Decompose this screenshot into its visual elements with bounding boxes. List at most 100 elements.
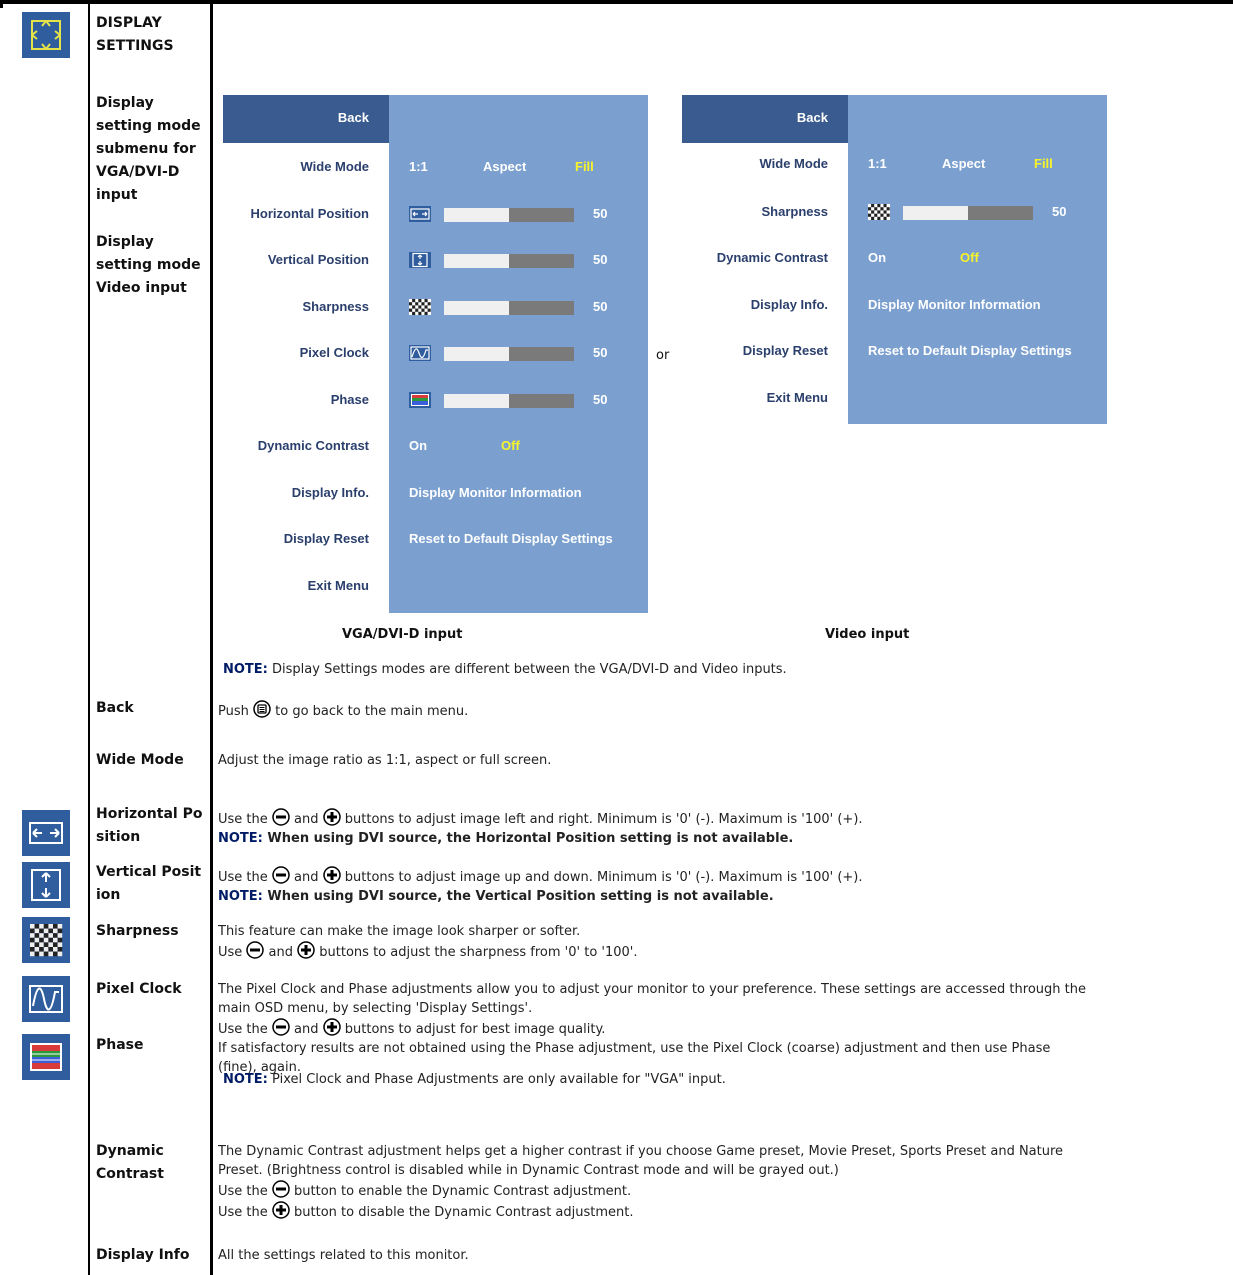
osd-option-on[interactable]: On [868,250,886,265]
osd-row-value: Display Monitor Information [868,297,1041,312]
osd-option-aspect[interactable]: Aspect [942,156,985,171]
osd-row-label: Wide Mode [759,156,829,171]
osd-row-label: Dynamic Contrast [716,250,828,265]
osd-row-sharpness[interactable]: Sharpness 50 [682,202,1107,224]
caption-vga: VGA/DVI-D input [342,627,463,642]
osd-option-fill[interactable]: Fill [1034,156,1053,171]
osd-row-display-info[interactable]: Display Info. Display Monitor Information [223,483,648,505]
osd-row-label: Exit Menu [307,578,369,593]
plus-button-icon [322,808,341,826]
plus-button-icon [322,866,341,884]
osd-row-pixel-clock[interactable]: Pixel Clock 50 [223,343,648,365]
or-text: or [656,348,670,363]
osd-row-horizontal-position[interactable]: Horizontal Position 50 [223,204,648,226]
minus-button-icon [246,941,265,959]
note-pixel-clock: NOTE: Pixel Clock and Phase Adjustments … [223,1072,726,1087]
osd-row-display-reset[interactable]: Display Reset Reset to Default Display Se… [223,529,648,551]
display-settings-icon [22,12,70,58]
osd-slider-fill [444,208,509,222]
osd-slider-value: 50 [593,299,608,314]
osd-slider[interactable] [903,206,1033,220]
desc-back: Push to go back to the main menu. [218,700,1233,721]
desc-display-info: All the settings related to this monitor… [218,1248,469,1263]
osd-slider-fill [444,301,509,315]
minus-button-icon [272,1018,290,1036]
desc-horizontal-position: Use the and buttons to adjust image left… [218,808,1233,848]
plus-button-icon [272,1201,290,1219]
label-sharpness: Sharpness [96,923,179,939]
osd-slider-value: 50 [593,392,608,407]
note-modes: NOTE: Display Settings modes are differe… [223,662,787,677]
osd-option-off[interactable]: Off [501,438,520,453]
osd-row-display-info[interactable]: Display Info. Display Monitor Information [682,295,1107,317]
desc-dynamic-contrast: The Dynamic Contrast adjustment helps ge… [218,1144,1064,1220]
osd-option-aspect[interactable]: Aspect [483,159,526,174]
osd-slider-fill [903,206,968,220]
osd-row-wide-mode[interactable]: Wide Mode 1:1 Aspect Fill [223,157,648,179]
osd-row-label: Phase [330,392,369,407]
osd-row-label: Display Reset [742,343,828,358]
osd-slider-value: 50 [593,206,608,221]
table-top-border [0,0,1233,4]
label-display-info: Display Info [96,1247,190,1263]
osd-row-label: Sharpness [302,299,369,314]
osd-option-fill[interactable]: Fill [575,159,594,174]
osd-row-label: Sharpness [761,204,828,219]
osd-slider[interactable] [444,254,574,268]
section-title: DISPLAY SETTINGS [96,15,174,54]
osd-row-label: Exit Menu [766,390,828,405]
osd-vga-panel: Back Wide Mode 1:1 Aspect Fill Horizontal Po… [223,95,648,613]
phase-icon [22,1034,70,1080]
osd-slider[interactable] [444,394,574,408]
table-divider-right [210,0,213,1275]
label-vga-submenu: Display setting mode submenu for VGA/DVI… [96,95,201,203]
osd-option-1-1[interactable]: 1:1 [409,159,428,174]
osd-row-vertical-position[interactable]: Vertical Position 50 [223,250,648,272]
label-phase: Phase [96,1037,144,1053]
pixel-clock-icon [22,976,70,1022]
sharpness-icon [22,917,70,963]
osd-slider[interactable] [444,347,574,361]
osd-video-back[interactable]: Back [682,95,848,143]
osd-slider[interactable] [444,301,574,315]
osd-row-wide-mode[interactable]: Wide Mode 1:1 Aspect Fill [682,154,1107,176]
label-wide-mode: Wide Mode [96,752,184,768]
pixel-clock-icon [409,345,431,361]
osd-row-label: Dynamic Contrast [257,438,369,453]
osd-slider-value: 50 [593,252,608,267]
osd-option-1-1[interactable]: 1:1 [868,156,887,171]
sharpness-icon [868,204,890,220]
vertical-position-icon [22,862,70,908]
label-back: Back [96,700,134,716]
osd-slider-value: 50 [1052,204,1067,219]
desc-sharpness: This feature can make the image look sha… [218,924,638,960]
label-horizontal-position: Horizontal Po sition [96,806,203,845]
label-vertical-position: Vertical Posit ion [96,864,202,903]
osd-row-sharpness[interactable]: Sharpness 50 [223,297,648,319]
osd-row-dynamic-contrast[interactable]: Dynamic Contrast On Off [682,248,1107,270]
phase-icon [409,392,431,408]
osd-row-phase[interactable]: Phase 50 [223,390,648,412]
osd-row-label: Pixel Clock [299,345,369,360]
minus-button-icon [272,866,290,884]
osd-option-on[interactable]: On [409,438,427,453]
osd-vga-back[interactable]: Back [223,95,389,143]
osd-row-label: Display Info. [291,485,369,500]
osd-row-label: Vertical Position [267,252,369,267]
osd-slider-fill [444,254,509,268]
horizontal-position-icon [409,206,431,222]
osd-slider[interactable] [444,208,574,222]
osd-row-exit-menu[interactable]: Exit Menu [223,576,648,598]
menu-button-icon [253,700,271,718]
osd-row-exit-menu[interactable]: Exit Menu [682,388,1107,410]
sharpness-icon [409,299,431,315]
osd-row-dynamic-contrast[interactable]: Dynamic Contrast On Off [223,436,648,458]
osd-option-off[interactable]: Off [960,250,979,265]
caption-video: Video input [825,627,910,642]
osd-row-display-reset[interactable]: Display Reset Reset to Default Display Se… [682,341,1107,363]
desc-pixel-clock: The Pixel Clock and Phase adjustments al… [218,982,1086,1075]
horizontal-position-icon [22,810,70,856]
table-divider-left [88,0,90,1275]
desc-vertical-position: Use the and buttons to adjust image up a… [218,866,1233,906]
minus-button-icon [272,1180,290,1198]
